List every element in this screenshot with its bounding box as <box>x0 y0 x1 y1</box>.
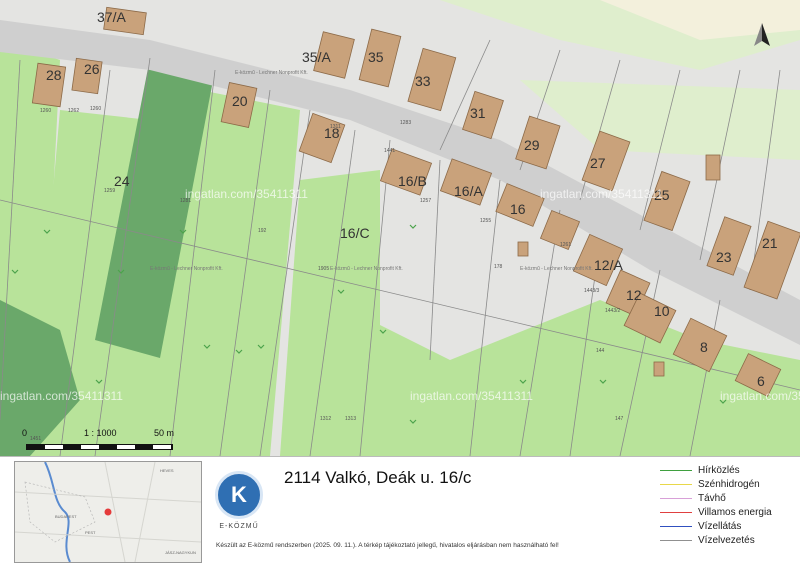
parcel-number: 35 <box>368 49 384 65</box>
parcel-number: 12 <box>626 287 642 303</box>
parcel-number: 21 <box>762 235 778 251</box>
map-credit: E-közmű - Lechner Nonprofit Kft. <box>150 266 223 272</box>
parcel-number: 20 <box>232 93 248 109</box>
lot-code: 1257 <box>420 198 431 204</box>
svg-text:HEVES: HEVES <box>160 468 174 473</box>
parcel-number: 31 <box>470 105 486 121</box>
scale-ratio: 1 : 1000 <box>84 428 117 438</box>
watermark-text: ingatlan.com/35411311 <box>410 389 533 403</box>
legend-label: Szénhidrogén <box>698 478 760 490</box>
parcel-number: 24 <box>114 173 130 189</box>
lot-code: 144 <box>596 348 605 354</box>
legend-label: Vízellátás <box>698 520 742 532</box>
svg-text:PEST: PEST <box>85 530 96 535</box>
legend-swatch <box>660 539 692 541</box>
parcel-number: 29 <box>524 137 540 153</box>
address-title: 2114 Valkó, Deák u. 16/c <box>284 468 472 487</box>
parcel-number: 10 <box>654 303 670 319</box>
lot-code: 147 <box>615 416 624 422</box>
parcel-number: 37/A <box>97 9 126 25</box>
lot-code: 1313 <box>345 416 356 422</box>
lot-code: 1312 <box>320 416 331 422</box>
logo-text: E-KÖZMŰ <box>219 523 259 530</box>
parcel-number: 26 <box>84 61 100 77</box>
lot-code: 1261 <box>560 242 571 248</box>
map-credit: E-közmű - Lechner Nonprofit Kft. <box>235 70 308 76</box>
legend-swatch <box>660 483 692 485</box>
watermark-text: ingatlan.com/35411311 <box>185 187 308 201</box>
disclaimer: Készült az E-közmű rendszerben (2025. 09… <box>216 542 559 549</box>
legend-label: Távhő <box>698 492 726 504</box>
lot-code: 1260 <box>90 106 101 112</box>
scale-start: 0 <box>22 428 28 438</box>
scale-bar-graphic <box>26 444 173 450</box>
parcel-number: 28 <box>46 67 62 83</box>
parcel-number: 8 <box>700 339 708 355</box>
watermark-text: ingatlan.com/35411311 <box>720 389 800 403</box>
parcel-number: 16/C <box>340 225 370 241</box>
legend-item: Szénhidrogén <box>660 477 795 491</box>
legend-item: Hírközlés <box>660 463 795 477</box>
lot-code: 1255 <box>480 218 491 224</box>
parcel-number: 27 <box>590 155 606 171</box>
north-arrow-icon <box>752 22 772 48</box>
lot-code: 1262 <box>68 108 79 114</box>
legend-swatch <box>660 511 692 513</box>
legend-label: Vízelvezetés <box>698 534 755 546</box>
footer-panel: HEVES BUDAPEST PEST JÁSZ-NAGYKUN K E-KÖZ… <box>0 456 800 566</box>
watermark-text: ingatlan.com/35411311 <box>0 389 123 403</box>
legend-item: Vízellátás <box>660 519 795 533</box>
parcel-number: 16/A <box>454 183 483 199</box>
scale-bar: 0 1 : 1000 50 m <box>22 428 182 452</box>
lot-code: 1311 <box>330 124 341 130</box>
parcel-number: 35/A <box>302 49 331 65</box>
parcel-number: 12/A <box>594 257 623 273</box>
scale-end: 50 m <box>154 428 175 438</box>
ekozmu-logo: K E-KÖZMŰ <box>214 471 264 530</box>
parcel-number: 6 <box>757 373 765 389</box>
parcel-number: 33 <box>415 73 431 89</box>
lot-code: 1283 <box>400 120 411 126</box>
lot-code: 1443/2 <box>605 308 621 314</box>
lot-code: 1905 <box>318 266 329 272</box>
parcel-number: 23 <box>716 249 732 265</box>
map-credit: E-közmű - Lechner Nonprofit Kft. <box>520 266 593 272</box>
parcel-number: 16/B <box>398 173 427 189</box>
lot-code: 1259 <box>104 188 115 194</box>
legend-label: Hírközlés <box>698 464 740 476</box>
legend-swatch <box>660 525 692 527</box>
legend-swatch <box>660 469 692 471</box>
legend-label: Villamos energia <box>698 506 772 518</box>
svg-text:BUDAPEST: BUDAPEST <box>55 514 77 519</box>
logo-letter: K <box>215 471 263 519</box>
parcel-number: 16 <box>510 201 526 217</box>
legend-item: Vízelvezetés <box>660 533 795 547</box>
lot-code: 178 <box>494 264 503 270</box>
legend: Hírközlés Szénhidrogén Távhő Villamos en… <box>660 463 795 547</box>
locator-map[interactable]: HEVES BUDAPEST PEST JÁSZ-NAGYKUN <box>14 461 202 563</box>
legend-item: Távhő <box>660 491 795 505</box>
lot-code: 192 <box>258 228 267 234</box>
map-canvas[interactable]: 37/A 28 26 35/A 35 33 31 29 27 25 23 21 24 20 18 16/B 16… <box>0 0 800 456</box>
legend-item: Villamos energia <box>660 505 795 519</box>
legend-swatch <box>660 497 692 499</box>
svg-text:JÁSZ-NAGYKUN: JÁSZ-NAGYKUN <box>165 550 196 555</box>
lot-code: 1441 <box>384 148 395 154</box>
lot-code: 1260 <box>40 108 51 114</box>
lot-code: 1443/3 <box>584 288 600 294</box>
map-credit: E-közmű - Lechner Nonprofit Kft. <box>330 266 403 272</box>
watermark-text: ingatlan.com/35411311 <box>540 187 663 201</box>
location-marker-icon <box>104 508 112 516</box>
